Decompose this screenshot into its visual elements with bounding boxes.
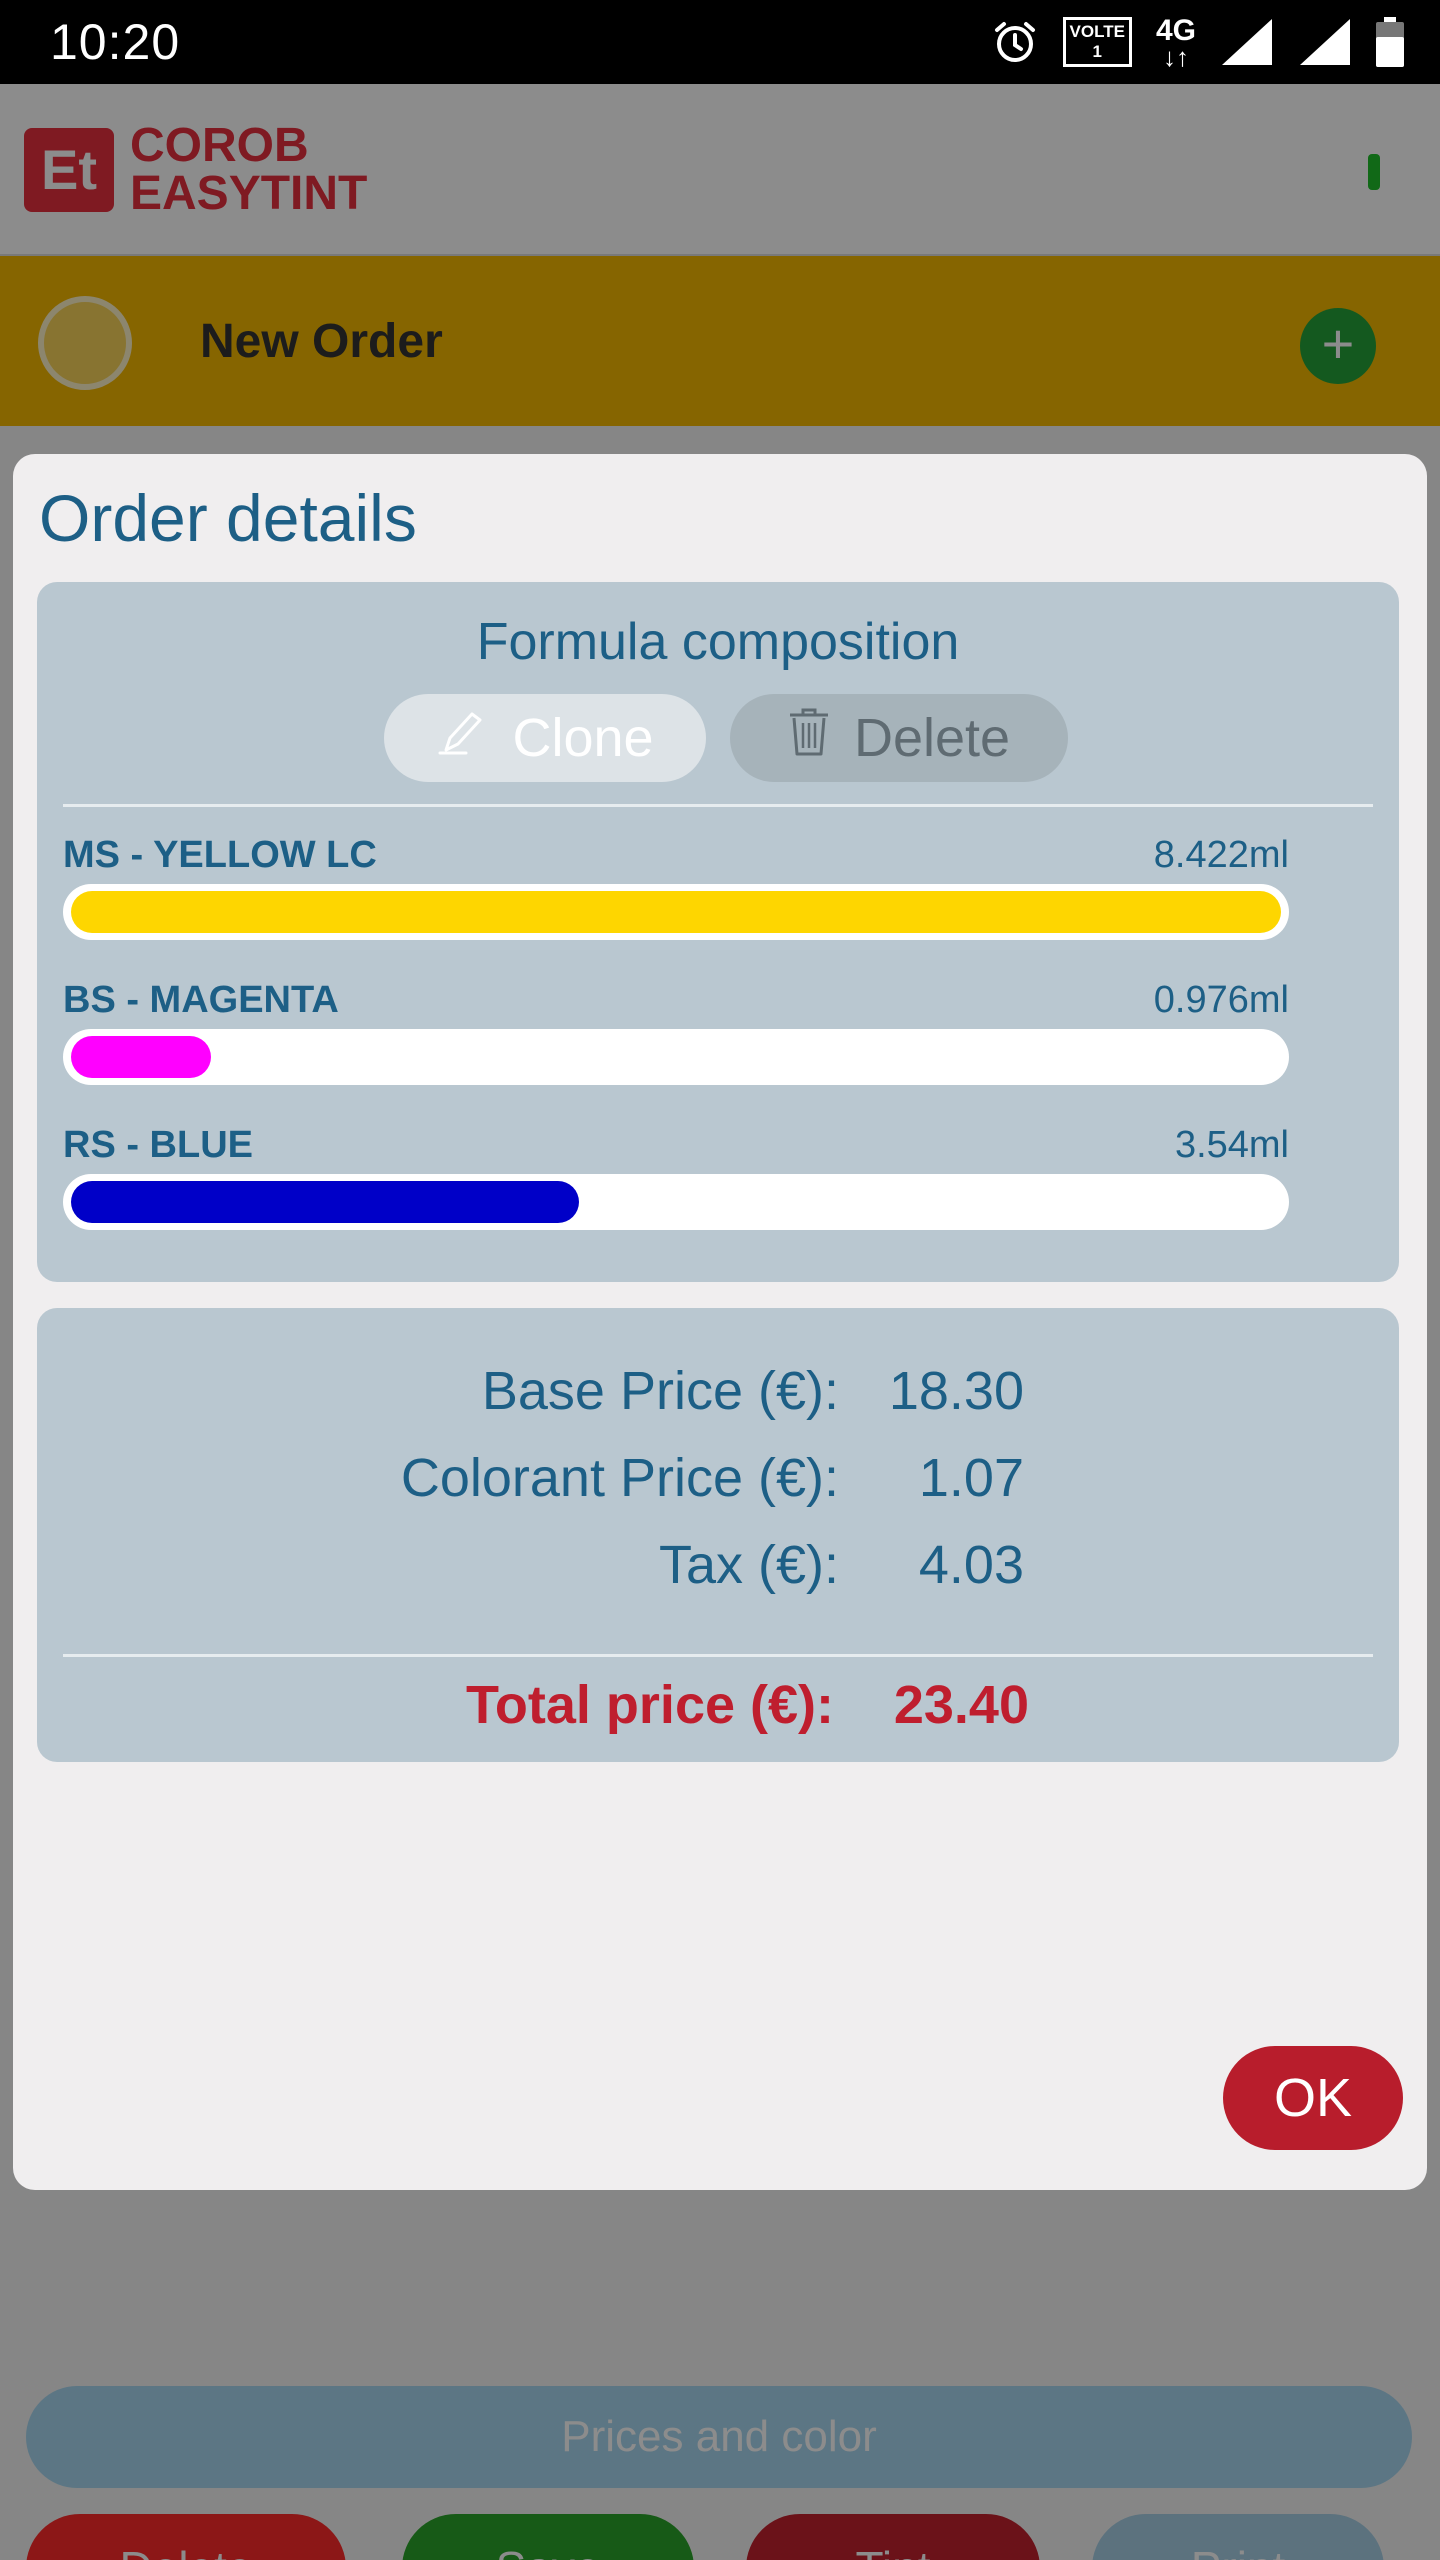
colorant-bar-fill bbox=[71, 1036, 212, 1078]
colorant-bar bbox=[63, 884, 1289, 940]
alarm-icon bbox=[991, 18, 1039, 66]
colorant-bar bbox=[63, 1029, 1289, 1085]
network-4g-icon: 4G ↓↑ bbox=[1155, 14, 1196, 72]
formula-title: Formula composition bbox=[476, 613, 960, 671]
signal-icon bbox=[1298, 17, 1352, 67]
base-price-row: Base Price (€): 18.30 bbox=[37, 1360, 1399, 1430]
colorant-row: MS - YELLOW LC 8.422ml bbox=[63, 834, 1289, 944]
divider bbox=[63, 1654, 1373, 1657]
colorant-amount: 8.422ml bbox=[1153, 834, 1289, 876]
base-price-value: 18.30 bbox=[888, 1361, 1024, 1421]
ok-button[interactable]: OK bbox=[1223, 2046, 1403, 2150]
tax-row: Tax (€): 4.03 bbox=[37, 1534, 1399, 1604]
colorant-name: MS - YELLOW LC bbox=[63, 834, 377, 876]
colorant-price-label: Colorant Price (€): bbox=[400, 1448, 839, 1508]
delete-formula-button[interactable]: Delete bbox=[730, 694, 1068, 782]
total-price-label: Total price (€): bbox=[465, 1675, 834, 1735]
colorant-price-row: Colorant Price (€): 1.07 bbox=[37, 1447, 1399, 1517]
status-time: 10:20 bbox=[50, 14, 181, 70]
formula-composition-card: Formula composition Clone Delete MS - YE… bbox=[37, 582, 1399, 1282]
signal-icon bbox=[1220, 17, 1274, 67]
battery-icon bbox=[1376, 17, 1404, 67]
price-summary-card: Base Price (€): 18.30 Colorant Price (€)… bbox=[37, 1308, 1399, 1762]
total-price-row: Total price (€): 23.40 bbox=[37, 1674, 1399, 1744]
colorant-row: RS - BLUE 3.54ml bbox=[63, 1124, 1289, 1234]
colorant-price-value: 1.07 bbox=[918, 1448, 1024, 1508]
clone-label: Clone bbox=[512, 708, 654, 768]
trash-icon bbox=[788, 707, 830, 769]
clone-button[interactable]: Clone bbox=[384, 694, 706, 782]
status-bar: 10:20 VOLTE 1 4G ↓↑ bbox=[0, 0, 1440, 84]
colorant-amount: 3.54ml bbox=[1174, 1124, 1289, 1166]
tax-label: Tax (€): bbox=[658, 1535, 839, 1595]
base-price-label: Base Price (€): bbox=[481, 1361, 839, 1421]
divider bbox=[63, 804, 1373, 807]
tax-value: 4.03 bbox=[918, 1535, 1024, 1595]
status-icons: VOLTE 1 4G ↓↑ bbox=[991, 14, 1404, 72]
order-details-dialog: Order details Formula composition Clone … bbox=[13, 454, 1427, 2190]
delete-label: Delete bbox=[853, 708, 1011, 768]
total-price-value: 23.40 bbox=[893, 1675, 1029, 1735]
colorant-bar bbox=[63, 1174, 1289, 1230]
colorant-bar-fill bbox=[71, 891, 1281, 933]
dialog-title: Order details bbox=[39, 481, 417, 555]
volte-icon: VOLTE 1 bbox=[1062, 17, 1132, 67]
colorant-row: BS - MAGENTA 0.976ml bbox=[63, 979, 1289, 1089]
colorant-name: RS - BLUE bbox=[63, 1124, 253, 1166]
colorant-bar-fill bbox=[71, 1181, 580, 1223]
pencil-icon bbox=[436, 707, 488, 769]
colorant-amount: 0.976ml bbox=[1153, 979, 1289, 1021]
colorant-name: BS - MAGENTA bbox=[63, 979, 339, 1021]
